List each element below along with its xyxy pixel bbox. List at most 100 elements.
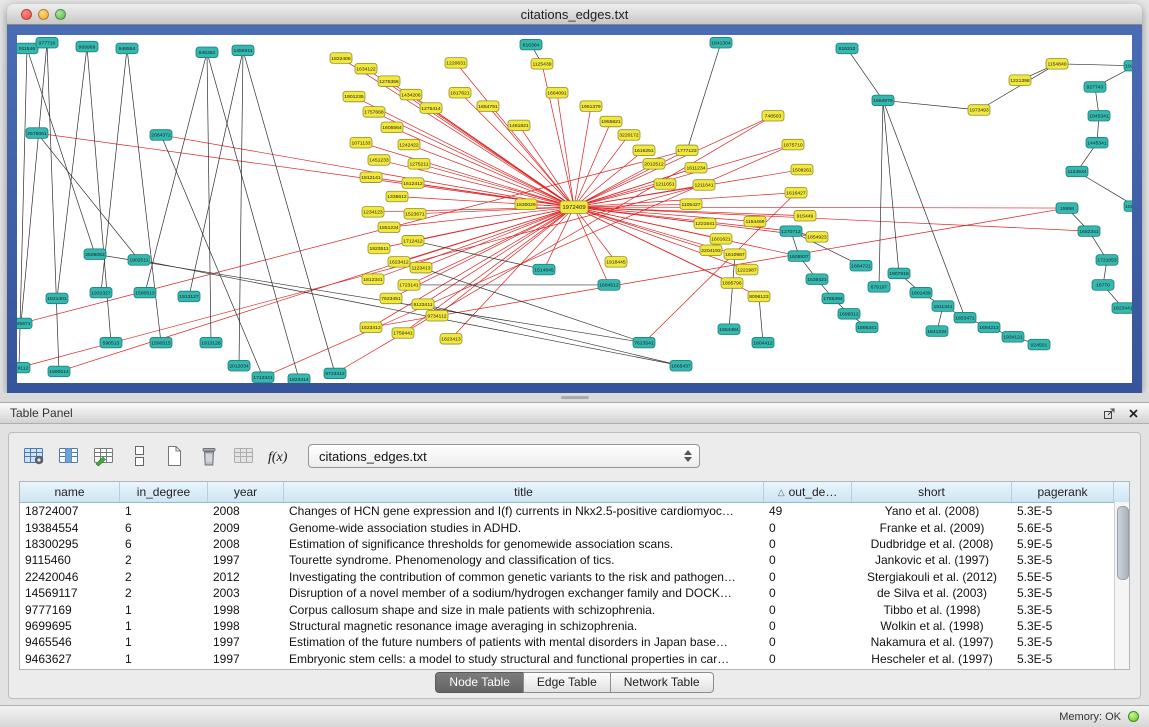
delete-table-icon[interactable] bbox=[196, 443, 222, 469]
network-node[interactable]: 2012034 bbox=[228, 360, 250, 371]
network-node[interactable]: 1901235 bbox=[343, 91, 365, 102]
network-node[interactable]: 1934121 bbox=[1002, 332, 1024, 343]
scrollbar-thumb[interactable] bbox=[1117, 506, 1129, 580]
network-node[interactable]: 1682341 bbox=[1078, 226, 1100, 237]
network-node[interactable]: 1461821 bbox=[508, 120, 530, 131]
network-node[interactable]: 1071133 bbox=[350, 137, 372, 148]
network-node[interactable]: 1699312 bbox=[838, 308, 860, 319]
network-node[interactable]: 1220631 bbox=[445, 58, 467, 69]
network-node[interactable]: 1884721 bbox=[850, 260, 872, 271]
panel-splitter[interactable] bbox=[0, 393, 1149, 402]
network-node[interactable]: 1885341 bbox=[856, 322, 878, 333]
network-node[interactable]: 1123413 bbox=[410, 262, 432, 273]
network-node[interactable]: 1911341 bbox=[932, 301, 954, 312]
network-node[interactable]: 1234123 bbox=[362, 207, 384, 218]
network-node[interactable]: 1508261 bbox=[791, 164, 813, 175]
close-window-button[interactable] bbox=[21, 9, 32, 20]
network-node[interactable]: 946554 bbox=[116, 43, 138, 54]
table-vertical-scrollbar[interactable] bbox=[1114, 502, 1129, 669]
network-node[interactable]: 1590515 bbox=[150, 337, 172, 348]
network-node[interactable]: 1623413 bbox=[360, 322, 382, 333]
network-node[interactable]: 1514845 bbox=[533, 264, 555, 275]
network-node[interactable]: 816312 bbox=[836, 43, 858, 54]
column-header-year[interactable]: year bbox=[208, 482, 284, 502]
network-node[interactable]: 1851234 bbox=[378, 222, 400, 233]
network-node[interactable]: 927743 bbox=[1084, 82, 1106, 93]
network-node[interactable]: 977716 bbox=[36, 37, 58, 48]
network-node[interactable]: 1684512 bbox=[598, 280, 620, 291]
network-node[interactable]: 1605564 bbox=[381, 122, 403, 133]
network-node[interactable]: 1913127 bbox=[178, 291, 200, 302]
table-row[interactable]: 1872400712008Changes of HCN gene express… bbox=[20, 503, 1129, 519]
new-document-icon[interactable] bbox=[161, 443, 187, 469]
table-row[interactable]: 969969511998Structural magnetic resonanc… bbox=[20, 618, 1129, 634]
network-node[interactable]: 1907918 bbox=[888, 268, 910, 279]
edit-table-icon[interactable] bbox=[91, 443, 117, 469]
network-node[interactable]: 9123411 bbox=[412, 299, 434, 310]
network-node[interactable]: 1822406 bbox=[330, 53, 352, 64]
network-node[interactable]: 1823441 bbox=[1112, 303, 1132, 314]
network-node[interactable]: 1221398 bbox=[1009, 75, 1031, 86]
network-node[interactable]: 1777123 bbox=[676, 145, 698, 156]
table-settings-icon[interactable] bbox=[21, 443, 47, 469]
network-node[interactable]: 748503 bbox=[762, 110, 784, 121]
network-node[interactable]: 1611234 bbox=[685, 162, 707, 173]
network-node[interactable]: 1275211 bbox=[408, 159, 430, 170]
network-node[interactable]: 1812341 bbox=[362, 274, 384, 285]
network-node[interactable]: 1145671 bbox=[17, 318, 32, 329]
network-table-selector[interactable]: citations_edges.txt bbox=[308, 444, 700, 468]
network-node[interactable]: 590513 bbox=[100, 337, 122, 348]
network-node[interactable]: 1105427 bbox=[680, 199, 702, 210]
tab-edge-table[interactable]: Edge Table bbox=[523, 672, 611, 693]
network-node[interactable]: 1757668 bbox=[363, 107, 385, 118]
network-node[interactable]: 1817621 bbox=[449, 87, 471, 98]
column-chooser-icon[interactable] bbox=[56, 443, 82, 469]
network-node[interactable]: 1721053 bbox=[1096, 255, 1118, 266]
network-node[interactable]: 1801439 bbox=[910, 287, 932, 298]
network-node[interactable]: 1211651 bbox=[654, 179, 676, 190]
network-node[interactable]: 1712412 bbox=[402, 235, 424, 246]
table-row[interactable]: 946362711997Embryonic stem cells: a mode… bbox=[20, 651, 1129, 667]
network-node[interactable]: 1539421 bbox=[806, 274, 828, 285]
network-node[interactable]: 1555124 bbox=[1124, 201, 1132, 212]
network-node[interactable]: 1759441 bbox=[392, 328, 414, 339]
tab-node-table[interactable]: Node Table bbox=[435, 672, 524, 693]
network-node[interactable]: 1925143 bbox=[1124, 60, 1132, 71]
table-row[interactable]: 1830029562008Estimation of significance … bbox=[20, 536, 1129, 552]
zoom-window-button[interactable] bbox=[55, 9, 66, 20]
network-node[interactable]: 1875710 bbox=[782, 139, 804, 150]
table-row[interactable]: 946554611997Estimation of the future num… bbox=[20, 634, 1129, 650]
network-node[interactable]: 679197 bbox=[868, 282, 890, 293]
network-node[interactable]: 1841304 bbox=[710, 37, 732, 48]
network-node[interactable]: 1902511 bbox=[128, 255, 150, 266]
network-node[interactable]: 1723141 bbox=[398, 280, 420, 291]
column-header-title[interactable]: title bbox=[284, 482, 764, 502]
network-node[interactable]: 1812141 bbox=[360, 172, 382, 183]
network-node[interactable]: 1923511 bbox=[368, 243, 390, 254]
network-node[interactable]: 1523671 bbox=[404, 209, 426, 220]
network-node[interactable]: 1845341 bbox=[1088, 110, 1110, 121]
network-node[interactable]: 1221641 bbox=[694, 218, 716, 229]
column-header-name[interactable]: name bbox=[20, 482, 120, 502]
table-row[interactable]: 1938455462009Genome-wide association stu… bbox=[20, 519, 1129, 535]
network-node[interactable]: 924501 bbox=[1028, 339, 1050, 350]
network-node[interactable]: 2506053 bbox=[84, 249, 106, 260]
window-titlebar[interactable]: citations_edges.txt bbox=[7, 4, 1142, 25]
table-row[interactable]: 1456911722003Disruption of a novel membe… bbox=[20, 585, 1129, 601]
network-node[interactable]: 9723412 bbox=[324, 368, 346, 379]
network-node[interactable]: 1601621 bbox=[710, 234, 732, 245]
network-node[interactable]: 816304 bbox=[520, 39, 542, 50]
network-node[interactable]: 1654791 bbox=[477, 101, 499, 112]
network-node[interactable]: 1456911 bbox=[232, 45, 254, 56]
network-node[interactable]: 1154469 bbox=[744, 216, 766, 227]
close-panel-icon[interactable] bbox=[1128, 408, 1139, 419]
network-node[interactable]: 1823414 bbox=[288, 374, 310, 383]
network-node[interactable]: 1712341 bbox=[252, 372, 274, 383]
network-node[interactable]: 911546 bbox=[17, 43, 38, 54]
network-node[interactable]: 1841234 bbox=[926, 326, 948, 337]
network-node[interactable]: 8096123 bbox=[748, 291, 770, 302]
network-node[interactable]: 946362 bbox=[196, 47, 218, 58]
network-node[interactable]: 1125439 bbox=[531, 59, 553, 70]
network-node[interactable]: 1823413 bbox=[440, 333, 462, 344]
network-node[interactable]: 3220172 bbox=[618, 130, 640, 141]
